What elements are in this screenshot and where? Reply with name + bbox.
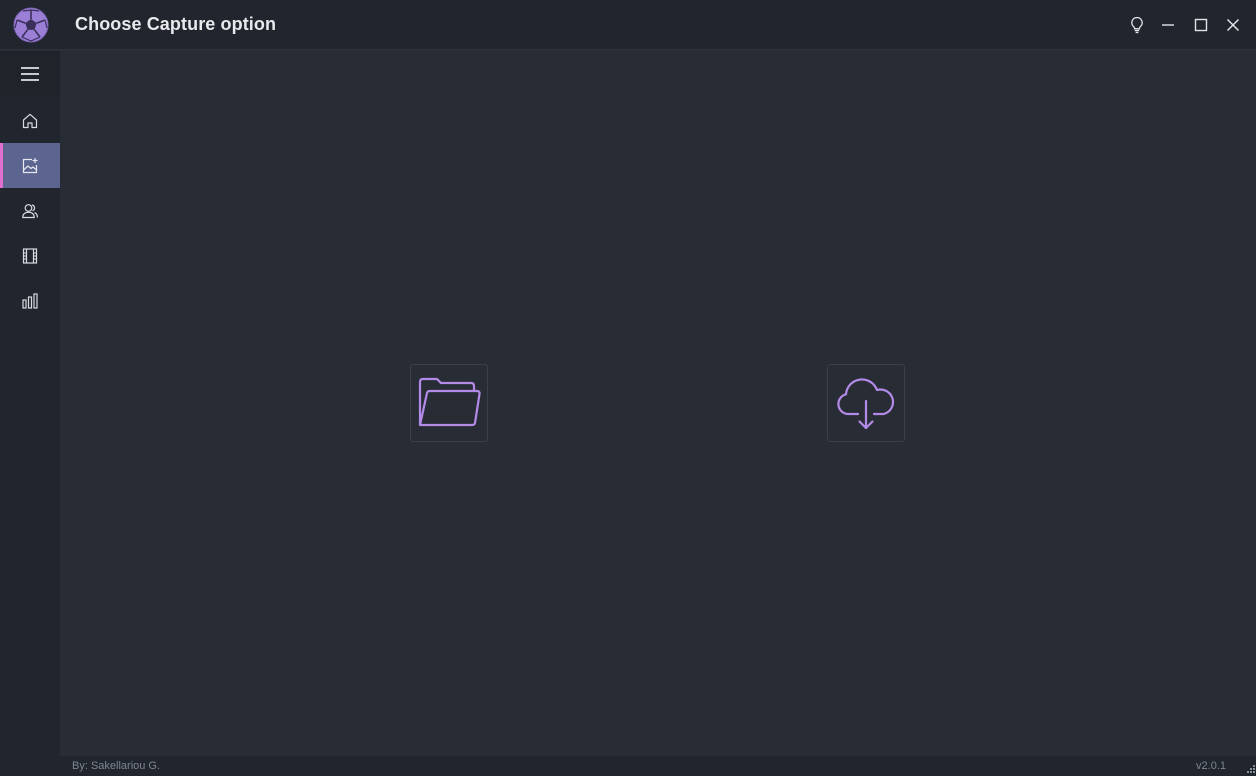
author-label: By: Sakellariou G.	[72, 760, 161, 772]
sidebar-item-videos[interactable]	[0, 233, 60, 278]
folder-open-icon	[418, 377, 481, 427]
hamburger-menu-icon	[21, 67, 39, 81]
sidebar-item-capture[interactable]	[0, 143, 60, 188]
app-window: Choose Capture option By: Sakellariou G.…	[0, 0, 1256, 776]
title-bar[interactable]: Choose Capture option	[0, 0, 1256, 50]
minimize-icon	[1162, 24, 1174, 26]
status-bar: By: Sakellariou G. v2.0.1	[60, 756, 1256, 776]
image-add-icon	[22, 157, 38, 173]
sidebar-item-home[interactable]	[0, 98, 60, 143]
close-button[interactable]	[1220, 12, 1246, 38]
soccer-ball-icon	[13, 7, 49, 43]
maximize-icon	[1194, 18, 1208, 32]
cloud-download-button[interactable]	[827, 364, 905, 442]
close-icon	[1226, 18, 1240, 32]
window-title: Choose Capture option	[75, 14, 277, 34]
sidebar	[0, 51, 60, 776]
home-icon	[22, 113, 38, 128]
resize-grip-icon[interactable]	[1245, 765, 1255, 775]
bar-chart-icon	[22, 292, 38, 309]
people-icon	[22, 203, 38, 218]
sidebar-item-statistics[interactable]	[0, 278, 60, 323]
hamburger-menu-button[interactable]	[0, 51, 60, 97]
cloud-download-icon	[837, 378, 895, 430]
lightbulb-icon[interactable]	[1124, 12, 1150, 38]
film-icon	[22, 247, 38, 264]
main-content	[60, 51, 1256, 756]
version-label: v2.0.1	[1196, 760, 1226, 772]
minimize-button[interactable]	[1155, 12, 1181, 38]
maximize-button[interactable]	[1188, 12, 1214, 38]
sidebar-item-players[interactable]	[0, 188, 60, 233]
open-folder-button[interactable]	[410, 364, 488, 442]
